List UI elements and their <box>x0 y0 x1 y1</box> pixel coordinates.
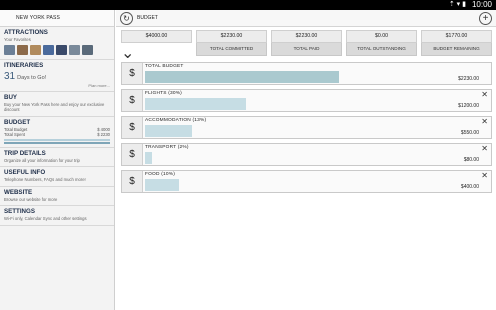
favorite-thumbnail[interactable] <box>4 44 15 55</box>
dollar-icon: $ <box>122 63 143 84</box>
favorite-thumbnail[interactable] <box>82 44 93 55</box>
sidebar-item-attractions[interactable]: ATTRACTIONS Your Favorites <box>0 27 114 60</box>
summary-value: $1770.00 <box>421 30 492 43</box>
dollar-icon: $ <box>122 171 143 192</box>
page-title: BUDGET <box>137 15 158 21</box>
category-amount: $80.00 <box>463 157 479 163</box>
summary-card: $1770.00 BUDGET REMAINING <box>421 30 492 56</box>
close-icon[interactable]: ✕ <box>481 171 488 180</box>
category-name: ACCOMMODATION (13%) <box>145 118 207 123</box>
budget-category-row[interactable]: $ TRANSPORT (2%) $80.00 ✕ <box>121 143 492 166</box>
close-icon[interactable]: ✕ <box>481 117 488 126</box>
spent-bar <box>4 141 110 144</box>
days-count: 31 <box>4 70 16 82</box>
sidebar-item-settings[interactable]: SETTINGS Wi-Fi only, Calendar Sync and o… <box>0 206 114 226</box>
sidebar-item-buy[interactable]: BUY Buy your New York Pass here and enjo… <box>0 92 114 117</box>
sidebar-item-subtitle: Buy your New York Pass here and enjoy ou… <box>4 101 105 113</box>
status-bar: ⇡ ▾ ▮ 10:00 <box>0 0 496 10</box>
sidebar-item-title: BUY <box>4 93 18 101</box>
sidebar-item-title: TRIP DETAILS <box>4 149 46 157</box>
category-name: FLIGHTS (30%) <box>145 91 182 96</box>
summary-value: $2230.00 <box>196 30 267 43</box>
budget-bar <box>4 138 110 141</box>
sidebar-item-title: BUDGET <box>4 118 31 126</box>
category-amount: $550.00 <box>460 130 479 136</box>
summary-value: $0.00 <box>346 30 417 43</box>
sidebar-item-title: USEFUL INFO <box>4 169 46 176</box>
sidebar: NEW YORK PASS ATTRACTIONS Your Favorites… <box>0 10 115 310</box>
total-budget-row[interactable]: $ TOTAL BUDGET $2230.00 <box>121 62 492 85</box>
category-name: FOOD (10%) <box>145 172 175 177</box>
category-amount: $400.00 <box>460 184 479 190</box>
summary-label: TOTAL PAID <box>271 43 342 56</box>
sidebar-item-subtitle: Wi-Fi only, Calendar Sync and other sett… <box>4 216 87 221</box>
summary-label: TOTAL COMMITTED <box>196 43 267 56</box>
chevron-down-icon[interactable]: ⌄ <box>121 43 192 63</box>
category-name: TRANSPORT (2%) <box>145 145 189 150</box>
spend-progress-bar <box>145 179 179 191</box>
sidebar-item-trip-details[interactable]: TRIP DETAILS Organize all your informati… <box>0 148 114 167</box>
budget-category-row[interactable]: $ FLIGHTS (30%) $1200.00 ✕ <box>121 89 492 112</box>
category-amount: $1200.00 <box>458 103 479 109</box>
budget-category-list: $ TOTAL BUDGET $2230.00 $ FLIGHTS (30%) $1200… <box>121 62 492 197</box>
summary-card: $2230.00 TOTAL COMMITTED <box>196 30 267 56</box>
budget-category-row[interactable]: $ ACCOMMODATION (13%) $550.00 ✕ <box>121 116 492 139</box>
add-icon[interactable]: + <box>479 12 492 25</box>
top-bar: ↻ BUDGET + <box>116 10 496 27</box>
summary-label: BUDGET REMAINING <box>421 43 492 56</box>
favorites-thumbnails <box>4 44 110 56</box>
summary-label: TOTAL OUTSTANDING <box>346 43 417 56</box>
sidebar-item-itineraries[interactable]: ITINERARIES 31 Days to Go! Plan more... <box>0 60 114 92</box>
days-text: Days to Go! <box>17 74 47 81</box>
sidebar-item-title: ITINERARIES <box>4 61 44 69</box>
summary-value: $2230.00 <box>271 30 342 43</box>
favorite-thumbnail[interactable] <box>43 44 54 55</box>
budget-summary: $4000.00⌄TOTAL BUDGET$2230.00TOTAL COMMI… <box>121 30 492 76</box>
sidebar-item-budget[interactable]: BUDGET Total Budget $ 4000 Total Spent $… <box>0 117 114 148</box>
budget-category-row[interactable]: $ FOOD (10%) $400.00 ✕ <box>121 170 492 193</box>
back-icon[interactable]: ↻ <box>120 12 133 25</box>
favorite-thumbnail[interactable] <box>56 44 67 55</box>
spend-progress-bar <box>145 152 152 164</box>
spend-progress-bar <box>145 71 339 83</box>
sidebar-item-subtitle: Organize all your information for your t… <box>4 157 80 163</box>
favorite-thumbnail[interactable] <box>30 44 41 55</box>
spend-progress-bar <box>145 125 192 137</box>
summary-card[interactable]: $4000.00⌄TOTAL BUDGET <box>121 30 192 76</box>
favorite-thumbnail[interactable] <box>69 44 80 55</box>
sidebar-header: NEW YORK PASS <box>0 10 114 27</box>
sidebar-item-subtitle: Telephone Numbers, FAQs and much more! <box>4 177 86 182</box>
sidebar-item-title: ATTRACTIONS <box>4 29 48 36</box>
dollar-icon: $ <box>122 144 143 165</box>
sidebar-item-subtitle: Your Favorites <box>4 37 31 42</box>
category-name: TOTAL BUDGET <box>145 64 184 69</box>
close-icon[interactable]: ✕ <box>481 144 488 153</box>
summary-value: $4000.00 <box>121 30 192 43</box>
spend-progress-bar <box>145 98 246 110</box>
dollar-icon: $ <box>122 117 143 138</box>
sidebar-item-title: SETTINGS <box>4 208 35 215</box>
sidebar-item-website[interactable]: WEBSITE Browse our website for more <box>0 187 114 206</box>
total-spent-label: Total Spent <box>4 132 25 137</box>
close-icon[interactable]: ✕ <box>481 90 488 99</box>
summary-card: $0.00 TOTAL OUTSTANDING <box>346 30 417 56</box>
status-icons: ⇡ ▾ ▮ <box>448 1 466 8</box>
sidebar-item-title: WEBSITE <box>4 188 33 196</box>
summary-card: $2230.00 TOTAL PAID <box>271 30 342 56</box>
dollar-icon: $ <box>122 90 143 111</box>
status-clock: 10:00 <box>471 0 492 9</box>
favorite-thumbnail[interactable] <box>17 44 28 55</box>
total-spent-value: $ 2230 <box>97 132 110 137</box>
sidebar-item-subtitle: Browse our website for more <box>4 196 58 202</box>
plan-more-link[interactable]: Plan more... <box>4 83 110 88</box>
sidebar-item-useful-info[interactable]: USEFUL INFO Telephone Numbers, FAQs and … <box>0 167 114 187</box>
category-amount: $2230.00 <box>458 76 479 82</box>
